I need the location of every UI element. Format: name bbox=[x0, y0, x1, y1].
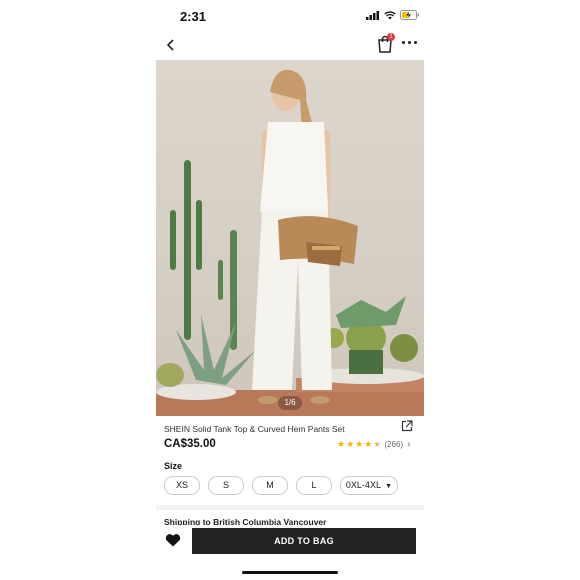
size-label: Size bbox=[164, 461, 183, 471]
more-options-icon[interactable] bbox=[402, 41, 418, 47]
size-option-s[interactable]: S bbox=[208, 476, 244, 495]
product-price: CA$35.00 bbox=[164, 438, 216, 450]
product-image[interactable] bbox=[156, 60, 424, 416]
wifi-icon bbox=[384, 10, 396, 19]
size-option-m[interactable]: M bbox=[252, 476, 288, 495]
wishlist-heart-icon[interactable] bbox=[165, 533, 181, 547]
star-icon: ★ bbox=[346, 439, 355, 449]
half-star-icon: ★ bbox=[373, 439, 382, 449]
chevron-right-icon: › bbox=[407, 439, 411, 450]
size-option-plus-dropdown[interactable]: 0XL-4XL ▼ bbox=[340, 476, 398, 495]
size-option-l[interactable]: L bbox=[296, 476, 332, 495]
section-divider bbox=[156, 505, 424, 510]
image-counter: 1/6 bbox=[278, 396, 302, 410]
star-icon: ★ bbox=[355, 439, 364, 449]
size-selector: XS S M L 0XL-4XL ▼ bbox=[164, 476, 398, 495]
size-option-plus-label: 0XL-4XL bbox=[345, 480, 381, 490]
caret-down-icon: ▼ bbox=[385, 483, 393, 490]
battery-charging-icon bbox=[400, 10, 419, 20]
status-time: 2:31 bbox=[180, 9, 207, 24]
shipping-destination[interactable]: Shipping to British Columbia Vancouver bbox=[164, 517, 344, 525]
star-icon: ★ bbox=[364, 439, 373, 449]
star-icon: ★ bbox=[337, 439, 346, 449]
add-to-bag-button[interactable]: ADD TO BAG bbox=[192, 528, 416, 554]
cart-count-badge: 1 bbox=[387, 33, 395, 41]
home-indicator bbox=[242, 571, 338, 574]
size-option-xs[interactable]: XS bbox=[164, 476, 200, 495]
signal-icon bbox=[366, 10, 379, 20]
product-title: SHEIN Solid Tank Top & Curved Hem Pants … bbox=[164, 424, 345, 434]
rating-summary[interactable]: ★ ★ ★ ★ ★ (266) › bbox=[337, 439, 410, 450]
status-icons bbox=[366, 10, 420, 20]
share-icon[interactable] bbox=[401, 420, 413, 432]
review-count: (266) bbox=[384, 440, 404, 449]
back-arrow-icon[interactable] bbox=[164, 38, 178, 52]
product-photo-illustration bbox=[156, 69, 424, 416]
